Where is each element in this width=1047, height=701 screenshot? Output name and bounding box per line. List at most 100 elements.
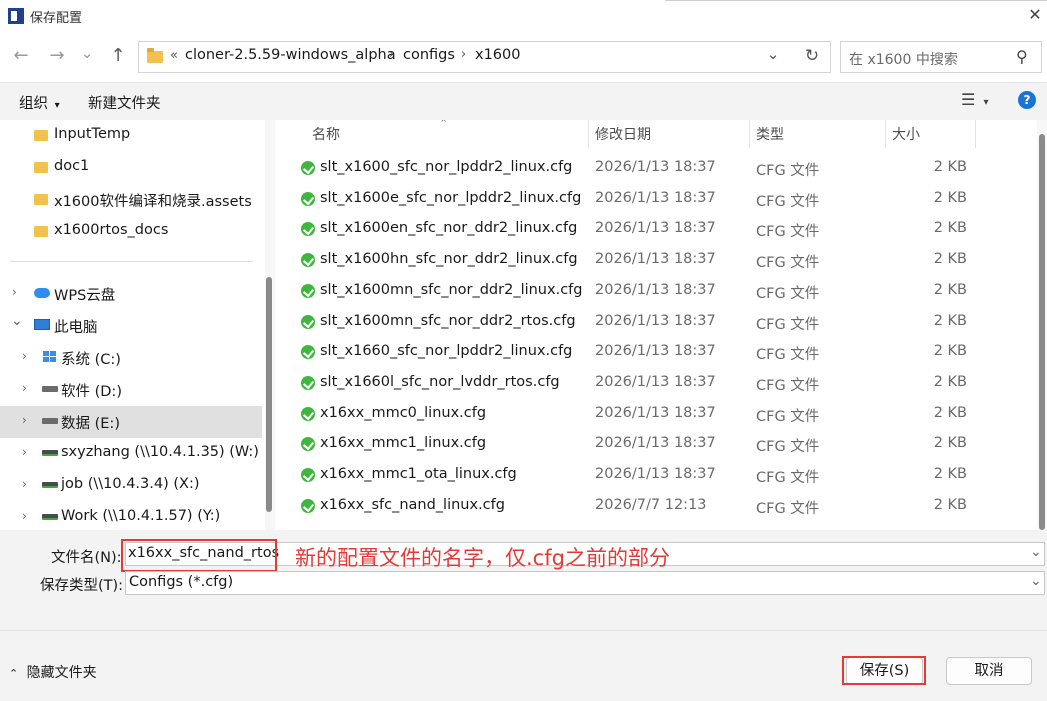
- up-arrow-icon[interactable]: ↑: [105, 43, 131, 69]
- tree-divider: [10, 261, 253, 262]
- tree-item-label: 软件 (D:): [61, 384, 122, 400]
- column-divider[interactable]: [749, 120, 750, 148]
- close-icon[interactable]: ✕: [1024, 4, 1046, 26]
- file-date: 2026/1/13 18:37: [595, 312, 716, 329]
- tree-item-label: job (\\10.4.3.4) (X:): [61, 476, 200, 492]
- file-size: 2 KB: [933, 251, 967, 268]
- column-header-date[interactable]: 修改日期: [595, 124, 651, 144]
- breadcrumb-overflow-icon[interactable]: «: [170, 48, 178, 63]
- organize-label: 组织: [19, 96, 48, 112]
- cfg-file-icon: [301, 191, 315, 206]
- new-folder-button[interactable]: 新建文件夹: [88, 92, 161, 113]
- tree-item-drive-y[interactable]: › Work (\\10.4.1.57) (Y:): [0, 502, 262, 530]
- back-arrow-icon[interactable]: ←: [8, 43, 34, 69]
- expand-chevron-icon[interactable]: ›: [22, 413, 27, 427]
- file-row[interactable]: slt_x1660_sfc_nor_lpddr2_linux.cfg 2026/1…: [275, 337, 1035, 368]
- tree-item-wps-cloud[interactable]: › WPS云盘: [0, 278, 262, 310]
- tree-item-drive-d[interactable]: › 软件 (D:): [0, 374, 262, 406]
- tree-item-drive-c[interactable]: › 系统 (C:): [0, 342, 262, 374]
- column-header-name[interactable]: 名称: [312, 124, 340, 144]
- file-size: 2 KB: [933, 189, 967, 206]
- breadcrumb-separator[interactable]: ›: [389, 47, 394, 62]
- address-dropdown-icon[interactable]: ⌄: [760, 41, 786, 67]
- file-type: CFG 文件: [756, 377, 820, 394]
- search-icon[interactable]: ⚲: [1016, 47, 1028, 66]
- column-header-size[interactable]: 大小: [892, 124, 920, 144]
- tree-item-folder[interactable]: InputTemp: [0, 120, 262, 152]
- expand-chevron-icon[interactable]: ›: [22, 509, 27, 523]
- filename-dropdown-icon[interactable]: ⌄: [1030, 544, 1042, 560]
- expand-chevron-icon[interactable]: ›: [22, 477, 27, 491]
- file-type: CFG 文件: [756, 439, 820, 456]
- collapse-chevron-icon[interactable]: ⌄: [11, 313, 23, 329]
- tree-item-folder[interactable]: x1600软件编译和烧录.assets: [0, 184, 262, 216]
- file-row[interactable]: slt_x1660l_sfc_nor_lvddr_rtos.cfg 2026/1/…: [275, 368, 1035, 399]
- hide-folders-button[interactable]: ⌃ 隐藏文件夹: [9, 662, 97, 682]
- file-list-scroll-thumb[interactable]: [1039, 134, 1045, 530]
- folder-icon: [34, 226, 48, 237]
- filename-label: 文件名(N):: [51, 550, 122, 566]
- tree-item-drive-w[interactable]: › sxyzhang (\\10.4.1.35) (W:): [0, 438, 262, 470]
- drive-icon: [42, 386, 58, 392]
- expand-chevron-icon[interactable]: ›: [22, 445, 27, 459]
- file-name: slt_x1600e_sfc_nor_lpddr2_linux.cfg: [320, 189, 582, 206]
- file-date: 2026/1/13 18:37: [595, 159, 716, 175]
- tree-item-drive-x[interactable]: › job (\\10.4.3.4) (X:): [0, 470, 262, 502]
- tree-item-this-pc[interactable]: ⌄ 此电脑: [0, 310, 262, 342]
- file-row[interactable]: slt_x1600e_sfc_nor_lpddr2_linux.cfg 2026/…: [275, 184, 1035, 215]
- file-type: CFG 文件: [756, 316, 820, 333]
- file-row[interactable]: x16xx_mmc1_linux.cfg 2026/1/13 18:37 CFG 文…: [275, 429, 1035, 460]
- computer-icon: [34, 319, 50, 330]
- file-date: 2026/1/13 18:37: [595, 251, 716, 268]
- breadcrumb-separator[interactable]: ›: [461, 47, 466, 62]
- expand-chevron-icon[interactable]: ›: [12, 285, 17, 299]
- organize-button[interactable]: 组织 ▾: [19, 92, 60, 113]
- file-date: 2026/1/13 18:37: [595, 435, 716, 452]
- file-row[interactable]: slt_x1600en_sfc_nor_ddr2_linux.cfg 2026/1…: [275, 214, 1035, 245]
- organize-caret-icon: ▾: [54, 100, 60, 111]
- column-header-type[interactable]: 类型: [756, 124, 784, 144]
- expand-chevron-icon[interactable]: ›: [22, 381, 27, 395]
- cfg-file-icon: [301, 345, 315, 360]
- app-icon: [8, 8, 24, 24]
- tree-item-folder[interactable]: doc1: [0, 152, 262, 184]
- file-row[interactable]: slt_x1600mn_sfc_nor_ddr2_rtos.cfg 2026/1/…: [275, 307, 1035, 338]
- file-name: x16xx_mmc1_linux.cfg: [320, 435, 487, 452]
- file-size: 2 KB: [933, 159, 967, 175]
- filetype-select[interactable]: Configs (*.cfg) ⌄: [125, 571, 1045, 595]
- file-row[interactable]: x16xx_sfc_nand_linux.cfg 2026/7/7 12:13 CF…: [275, 491, 1035, 522]
- column-divider[interactable]: [975, 120, 976, 148]
- view-options-button[interactable]: ☰ ▾: [961, 90, 988, 109]
- file-name: x16xx_sfc_nand_linux.cfg: [320, 496, 505, 513]
- help-icon[interactable]: ?: [1018, 91, 1036, 109]
- refresh-icon[interactable]: ↻: [799, 43, 825, 69]
- breadcrumb-item[interactable]: x1600: [475, 47, 520, 63]
- file-row[interactable]: slt_x1600_sfc_nor_lpddr2_linux.cfg 2026/1…: [275, 153, 1035, 184]
- file-type: CFG 文件: [756, 500, 820, 517]
- file-row[interactable]: x16xx_mmc1_ota_linux.cfg 2026/1/13 18:37 C…: [275, 460, 1035, 491]
- expand-chevron-icon[interactable]: ›: [22, 349, 27, 363]
- search-input[interactable]: 在 x1600 中搜索 ⚲: [840, 41, 1042, 73]
- nav-pane-scroll-thumb[interactable]: [266, 277, 272, 512]
- file-size: 2 KB: [933, 435, 967, 452]
- recent-locations-chevron-icon[interactable]: ⌄: [74, 40, 100, 66]
- view-caret-icon: ▾: [983, 97, 989, 108]
- window-title: 保存配置: [30, 11, 83, 26]
- cfg-file-icon: [301, 468, 315, 482]
- file-row[interactable]: x16xx_mmc0_linux.cfg 2026/1/13 18:37 CFG 文…: [275, 399, 1035, 430]
- forward-arrow-icon[interactable]: →: [44, 43, 70, 69]
- tree-item-drive-e[interactable]: › 数据 (E:): [0, 406, 262, 438]
- network-drive-icon: [42, 450, 58, 456]
- cfg-file-icon: [301, 437, 315, 452]
- file-row[interactable]: slt_x1600mn_sfc_nor_ddr2_linux.cfg 2026/1…: [275, 276, 1035, 307]
- file-size: 2 KB: [933, 466, 967, 482]
- breadcrumb-item[interactable]: cloner-2.5.59-windows_alpha: [185, 47, 396, 63]
- tree-item-folder[interactable]: x1600rtos_docs: [0, 216, 262, 248]
- breadcrumb-item[interactable]: configs: [403, 47, 455, 63]
- windows-drive-icon: [43, 351, 57, 363]
- filetype-dropdown-icon[interactable]: ⌄: [1030, 573, 1042, 589]
- column-divider[interactable]: [588, 120, 589, 148]
- cancel-button[interactable]: 取消: [946, 657, 1032, 685]
- column-divider[interactable]: [885, 120, 886, 148]
- file-row[interactable]: slt_x1600hn_sfc_nor_ddr2_linux.cfg 2026/1…: [275, 245, 1035, 276]
